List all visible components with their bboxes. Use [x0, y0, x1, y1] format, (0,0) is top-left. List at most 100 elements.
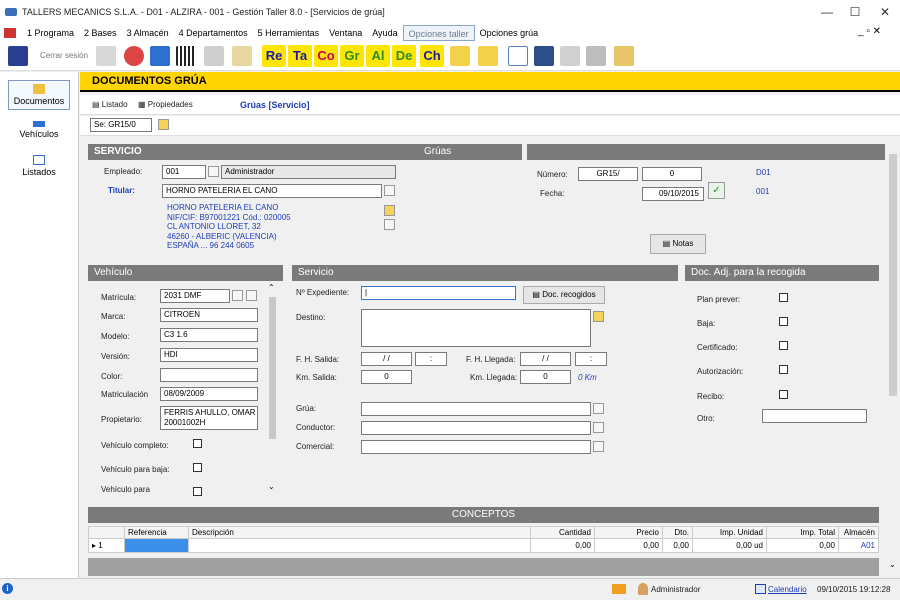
doc-recogidos-button[interactable]: ▤ Doc. recogidos: [523, 286, 605, 304]
propiedades-tab[interactable]: ▦ Propiedades: [138, 100, 193, 109]
col-header[interactable]: Descripción: [188, 526, 531, 539]
completo-checkbox[interactable]: [193, 439, 202, 448]
col-header[interactable]: Imp. Unidad: [692, 526, 767, 539]
empleado-lookup-icon[interactable]: [208, 166, 219, 177]
save-icon[interactable]: [534, 46, 554, 66]
check-note-icon[interactable]: [450, 46, 470, 66]
print-icon[interactable]: [586, 46, 606, 66]
para-checkbox[interactable]: [193, 487, 202, 496]
menu-ventana[interactable]: Ventana: [324, 25, 367, 41]
destino-edit-icon[interactable]: [593, 311, 604, 322]
matricula-document-icon[interactable]: [246, 290, 257, 301]
check-document-icon[interactable]: [478, 46, 498, 66]
comercial-input[interactable]: [361, 440, 591, 454]
info-icon[interactable]: i: [2, 583, 13, 594]
plan-prever-checkbox[interactable]: [779, 293, 788, 302]
mdi-window-controls[interactable]: _ ▫ ✕: [858, 26, 881, 37]
numero-serie-input[interactable]: GR15/: [578, 167, 638, 181]
clipboard-icon[interactable]: [232, 46, 252, 66]
maximize-button[interactable]: ☐: [838, 0, 872, 24]
main-scrollbar[interactable]: ⌄: [887, 150, 899, 575]
menu-herramientas[interactable]: 5 Herramientas: [253, 25, 325, 41]
scroll-thumb[interactable]: [269, 297, 276, 439]
new-document-icon[interactable]: [508, 46, 528, 66]
al-button[interactable]: Al: [366, 45, 390, 67]
expediente-input[interactable]: |: [361, 286, 516, 300]
km-salida-input[interactable]: 0: [361, 370, 412, 384]
titular-input[interactable]: HORNO PATELERIA EL CANO: [162, 184, 382, 198]
calendar-icon[interactable]: [755, 584, 766, 594]
edit-client-icon[interactable]: [384, 205, 395, 216]
fecha-input[interactable]: 09/10/2015: [642, 187, 704, 201]
users-icon[interactable]: [124, 46, 144, 66]
car-icon[interactable]: [150, 46, 170, 66]
precio-cell[interactable]: 0,00: [594, 538, 663, 553]
numero-input[interactable]: 0: [642, 167, 702, 181]
close-button[interactable]: ✕: [868, 0, 900, 24]
re-button[interactable]: Re: [262, 45, 286, 67]
key-icon[interactable]: [96, 46, 116, 66]
referencia-cell[interactable]: [124, 538, 189, 553]
km-llegada-input[interactable]: 0: [520, 370, 571, 384]
menu-ayuda[interactable]: Ayuda: [367, 25, 402, 41]
fh-salida-time[interactable]: :: [415, 352, 447, 366]
delete-icon[interactable]: [560, 46, 580, 66]
matricula-input[interactable]: 2031 DMF: [160, 289, 230, 303]
destino-textarea[interactable]: [361, 309, 591, 347]
fh-llegada-date[interactable]: / /: [520, 352, 571, 366]
version-input[interactable]: HDI: [160, 348, 258, 362]
main-scroll-down-icon[interactable]: ⌄: [889, 560, 896, 569]
menu-opciones-taller[interactable]: Opciones taller: [402, 25, 475, 41]
menu-opciones-grua[interactable]: Opciones grúa: [475, 25, 544, 41]
autorizacion-checkbox[interactable]: [779, 365, 788, 374]
vehiculo-scrollbar[interactable]: ⌃ ⌄: [266, 283, 279, 495]
otro-input[interactable]: [762, 409, 867, 423]
matriculacion-input[interactable]: 08/09/2009: [160, 387, 258, 401]
client-document-icon[interactable]: [384, 219, 395, 230]
ch-button[interactable]: Ch: [420, 45, 444, 67]
ta-button[interactable]: Ta: [288, 45, 312, 67]
logout-button[interactable]: Cerrar sesión: [40, 51, 88, 60]
col-header[interactable]: Almacén: [838, 526, 879, 539]
exit-door-icon[interactable]: [8, 46, 28, 66]
grua-lookup-icon[interactable]: [593, 403, 604, 414]
certificado-checkbox[interactable]: [779, 341, 788, 350]
almacen-cell[interactable]: A01: [838, 538, 879, 553]
col-header[interactable]: Referencia: [124, 526, 189, 539]
menu-almacen[interactable]: 3 Almacén: [122, 25, 174, 41]
empleado-code-input[interactable]: 001: [162, 165, 206, 179]
recibo-checkbox[interactable]: [779, 390, 788, 399]
fh-llegada-time[interactable]: :: [575, 352, 607, 366]
grua-input[interactable]: [361, 402, 591, 416]
cantidad-cell[interactable]: 0,00: [530, 538, 595, 553]
descripcion-cell[interactable]: [188, 538, 531, 553]
col-header[interactable]: Dto.: [662, 526, 693, 539]
nav-documentos[interactable]: Documentos: [8, 80, 70, 110]
propietario-field[interactable]: FERRIS AHULLO, OMAR 20001002H: [160, 406, 258, 430]
de-button[interactable]: De: [392, 45, 416, 67]
calendar-link[interactable]: Calendario: [768, 585, 807, 594]
modelo-input[interactable]: C3 1.6: [160, 328, 258, 342]
menu-departamentos[interactable]: 4 Departamentos: [174, 25, 253, 41]
fh-salida-date[interactable]: / /: [361, 352, 412, 366]
barcode-icon[interactable]: [176, 46, 196, 66]
chat-icon[interactable]: [612, 584, 626, 594]
comercial-lookup-icon[interactable]: [593, 441, 604, 452]
co-button[interactable]: Co: [314, 45, 338, 67]
titular-lookup-icon[interactable]: [384, 185, 395, 196]
col-header[interactable]: Precio: [594, 526, 663, 539]
serie-selector[interactable]: Se: GR15/0: [90, 118, 152, 132]
nav-vehiculos[interactable]: Vehículos: [8, 118, 70, 148]
listado-tab[interactable]: ▤ Listado: [92, 100, 128, 109]
checkmark-icon[interactable]: ✓: [708, 182, 725, 199]
eraser-icon[interactable]: [614, 46, 634, 66]
dto-cell[interactable]: 0,00: [662, 538, 693, 553]
scroll-up-icon[interactable]: ⌃: [268, 283, 275, 292]
imp-unidad-cell[interactable]: 0,00 ud: [692, 538, 767, 553]
new-serie-icon[interactable]: [158, 119, 169, 130]
app-menu-icon[interactable]: [4, 28, 16, 38]
marca-input[interactable]: CITROEN: [160, 308, 258, 322]
nav-listados[interactable]: Listados: [8, 152, 70, 182]
tools-icon[interactable]: [204, 46, 224, 66]
col-header[interactable]: Imp. Total: [766, 526, 839, 539]
